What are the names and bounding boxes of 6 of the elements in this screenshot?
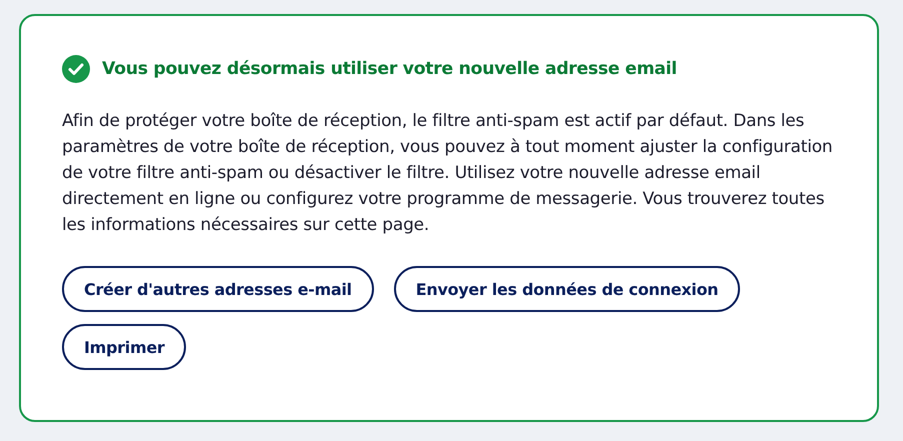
action-button[interactable]: Imprimer xyxy=(62,324,186,370)
check-circle-icon xyxy=(62,55,90,83)
action-button[interactable]: Envoyer les données de connexion xyxy=(394,266,740,312)
notice-message: Afin de protéger votre boîte de réception, le filtre anti-spam est actif par défaut. Dans les paramètres de votre boîte de réception, vous pouvez à tout moment ajuster la configuration de votre filtre anti-spam ou désactiver le filtre. Utilisez votre nouvelle adresse email directement en ligne ou configurez votre programme de messagerie. Vous trouverez toutes les informations nécessaires sur cette page. xyxy=(62,110,834,237)
action-button[interactable]: Créer d'autres adresses e-mail xyxy=(62,266,374,312)
notice-title: Vous pouvez désormais utiliser votre nouvelle adresse email xyxy=(102,59,677,79)
